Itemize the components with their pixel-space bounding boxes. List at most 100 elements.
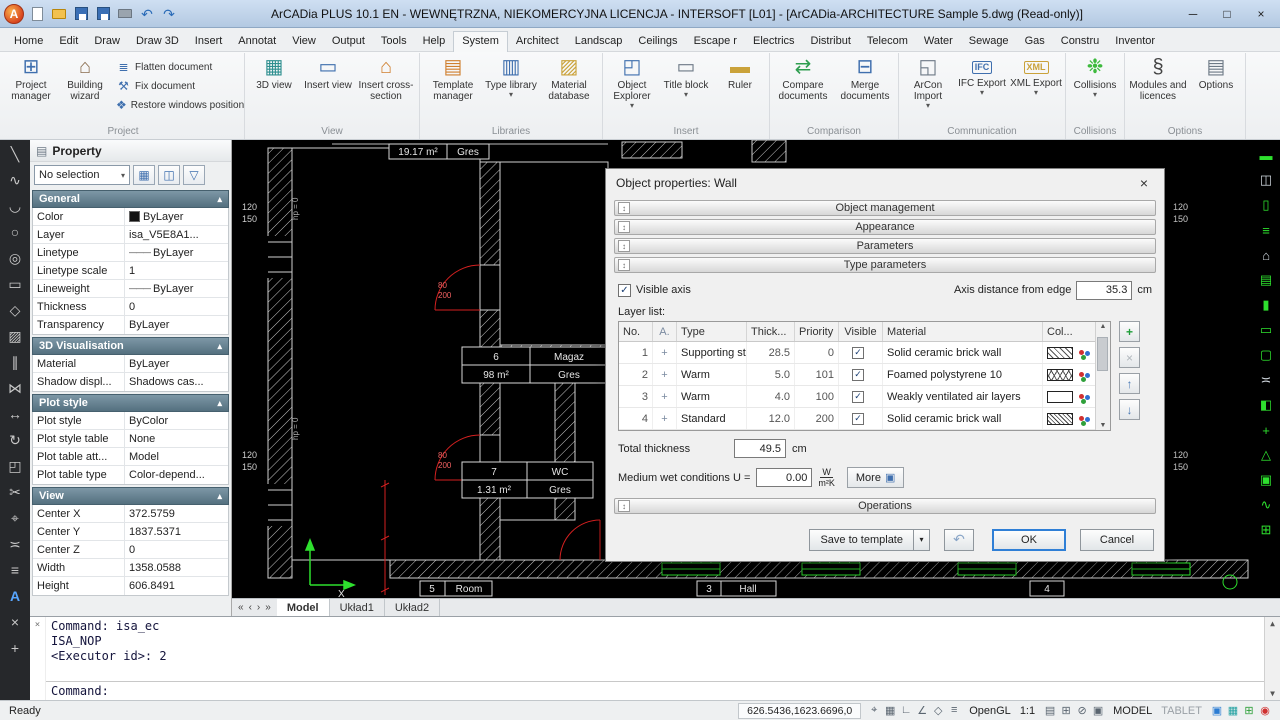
command-scrollbar[interactable]: ▲ ▼ <box>1264 617 1280 700</box>
options-button[interactable]: ▤Options <box>1189 53 1243 91</box>
grid-display-icon[interactable]: ⊞ <box>1058 704 1074 717</box>
ribbon-tab[interactable]: Gas <box>1017 32 1053 51</box>
move-layer-down-button[interactable]: ↓ <box>1119 399 1140 420</box>
property-row[interactable]: Center Y 1837.5371 <box>33 523 228 541</box>
ribbon-tab[interactable]: Draw <box>86 32 128 51</box>
tablet-label[interactable]: TABLET <box>1159 705 1204 717</box>
dialog-close-icon[interactable]: × <box>1134 175 1154 191</box>
insert-dimension-tool[interactable]: ≍ <box>1256 371 1276 389</box>
insert-axis-tool[interactable]: + <box>1256 421 1276 439</box>
property-section-view[interactable]: View ▴ <box>32 487 229 505</box>
undo-changes-button[interactable]: ↶ <box>944 529 974 551</box>
move-layer-up-button[interactable]: ↑ <box>1119 373 1140 394</box>
title-block-button[interactable]: ▭Title block▾ <box>659 53 713 98</box>
scroll-down-icon[interactable]: ▼ <box>1100 422 1107 429</box>
ribbon-tab[interactable]: Constru <box>1053 32 1108 51</box>
selection-dropdown[interactable]: No selection ▾ <box>34 165 130 185</box>
draw-circle-tool[interactable]: ○ <box>4 222 26 242</box>
layout-tab[interactable]: Układ2 <box>385 599 440 616</box>
insert-ceiling-tool[interactable]: ▤ <box>1256 271 1276 289</box>
ribbon-tab[interactable]: Output <box>324 32 373 51</box>
minimize-button[interactable]: ─ <box>1176 2 1210 26</box>
ribbon-tab[interactable]: Insert <box>187 32 231 51</box>
visible-checkbox[interactable]: ✓ <box>852 369 864 381</box>
property-row[interactable]: Thickness 0 <box>33 298 228 316</box>
ifc-export-button[interactable]: IFCIFC Export▾ <box>955 53 1009 96</box>
property-row[interactable]: Linetype scale 1 <box>33 262 228 280</box>
command-input[interactable]: Command: <box>46 681 1264 700</box>
ribbon-tab[interactable]: Annotat <box>230 32 284 51</box>
ribbon-tab[interactable]: Draw 3D <box>128 32 187 51</box>
scale-indicator[interactable]: 1:1 <box>1018 705 1037 717</box>
layers-tool[interactable]: ≡ <box>4 560 26 580</box>
erase-tool[interactable]: × <box>4 612 26 632</box>
trim-tool[interactable]: ✂ <box>4 482 26 502</box>
insert-stairs-tool[interactable]: ≡ <box>1256 221 1276 239</box>
xml-export-button[interactable]: XMLXML Export▾ <box>1009 53 1063 96</box>
property-row[interactable]: Plot style ByColor <box>33 412 228 430</box>
insert-object-tool[interactable]: ▣ <box>1256 471 1276 489</box>
scroll-up-icon[interactable]: ▲ <box>1270 619 1275 628</box>
dimension-tool[interactable]: ≍ <box>4 534 26 554</box>
lineweight-icon[interactable]: ≡ <box>946 704 962 717</box>
undo-icon[interactable]: ↶ <box>138 5 156 23</box>
polar-icon[interactable]: ∠ <box>914 704 930 717</box>
annotation-scale-icon[interactable]: ▤ <box>1042 704 1058 717</box>
ribbon-tab[interactable]: Home <box>6 32 51 51</box>
layout-tab[interactable]: Model <box>277 599 330 616</box>
property-section-3d-visualisation[interactable]: 3D Visualisation ▴ <box>32 337 229 355</box>
insert-door-tool[interactable]: ▯ <box>1256 196 1276 214</box>
property-row[interactable]: Shadow displ... Shadows cas... <box>33 373 228 391</box>
more-button[interactable]: More ▣ <box>847 467 904 488</box>
property-row[interactable]: Plot style table None <box>33 430 228 448</box>
ribbon-tab[interactable]: Ceilings <box>630 32 685 51</box>
ruler-button[interactable]: ▬Ruler <box>713 53 767 91</box>
insert-wall-tool[interactable]: ▬ <box>1256 146 1276 164</box>
display-icon[interactable]: ▣ <box>1209 704 1225 717</box>
property-row[interactable]: Width 1358.0588 <box>33 559 228 577</box>
model-space-label[interactable]: MODEL <box>1111 705 1154 717</box>
layer-table-row[interactable]: 1 + Supporting str 28.5 0 ✓ Solid cerami… <box>619 342 1095 364</box>
project-manager-button[interactable]: ⊞Project manager <box>4 53 58 102</box>
layer-state-icon[interactable]: ▣ <box>1090 704 1106 717</box>
visible-checkbox[interactable]: ✓ <box>852 347 864 359</box>
building-wizard-button[interactable]: ⌂Building wizard <box>58 53 112 102</box>
scale-tool[interactable]: ◰ <box>4 456 26 476</box>
draw-arc-tool[interactable]: ◡ <box>4 196 26 216</box>
material-database-button[interactable]: ▨Material database <box>538 53 600 102</box>
redo-icon[interactable]: ↷ <box>160 5 178 23</box>
draw-line-tool[interactable]: ╲ <box>4 144 26 164</box>
maximize-button[interactable]: □ <box>1210 2 1244 26</box>
save-to-template-button[interactable]: Save to template <box>809 529 914 551</box>
mirror-tool[interactable]: ⋈ <box>4 378 26 398</box>
ribbon-tab[interactable]: Sewage <box>961 32 1017 51</box>
insert-section-tool[interactable]: ◧ <box>1256 396 1276 414</box>
section-object-management[interactable]: ↕ Object management <box>614 200 1156 216</box>
first-layout-icon[interactable]: « <box>238 602 244 613</box>
section-appearance[interactable]: ↕ Appearance <box>614 219 1156 235</box>
section-type-parameters[interactable]: ↕ Type parameters <box>614 257 1156 273</box>
add-layer-button[interactable]: + <box>1119 321 1140 342</box>
pan-tool[interactable]: + <box>4 638 26 658</box>
object-explorer-button[interactable]: ◰Object Explorer▾ <box>605 53 659 109</box>
section-parameters[interactable]: ↕ Parameters <box>614 238 1156 254</box>
ribbon-tab[interactable]: Telecom <box>859 32 916 51</box>
layer-table-scrollbar[interactable]: ▲ ▼ <box>1095 322 1110 430</box>
close-button[interactable]: × <box>1244 2 1278 26</box>
property-row[interactable]: Height 606.8491 <box>33 577 228 595</box>
layer-table-row[interactable]: 4 + Standard 12.0 200 ✓ Solid ceramic br… <box>619 408 1095 430</box>
medium-wet-input[interactable]: 0.00 <box>756 468 812 487</box>
new-file-icon[interactable] <box>28 5 46 23</box>
insert-column-tool[interactable]: ▮ <box>1256 296 1276 314</box>
add-element-icon[interactable]: ⊞ <box>1241 704 1257 717</box>
property-row[interactable]: Linetype ByLayer <box>33 244 228 262</box>
offset-tool[interactable]: ∥ <box>4 352 26 372</box>
ok-button[interactable]: OK <box>992 529 1066 551</box>
close-command-panel-icon[interactable]: × <box>35 620 40 630</box>
draw-ellipse-tool[interactable]: ◎ <box>4 248 26 268</box>
rotate-tool[interactable]: ↻ <box>4 430 26 450</box>
fix-document-button[interactable]: ⚒Fix document <box>116 79 240 93</box>
merge-documents-button[interactable]: ⊟Merge documents <box>834 53 896 102</box>
visible-checkbox[interactable]: ✓ <box>852 391 864 403</box>
save-all-icon[interactable] <box>94 5 112 23</box>
